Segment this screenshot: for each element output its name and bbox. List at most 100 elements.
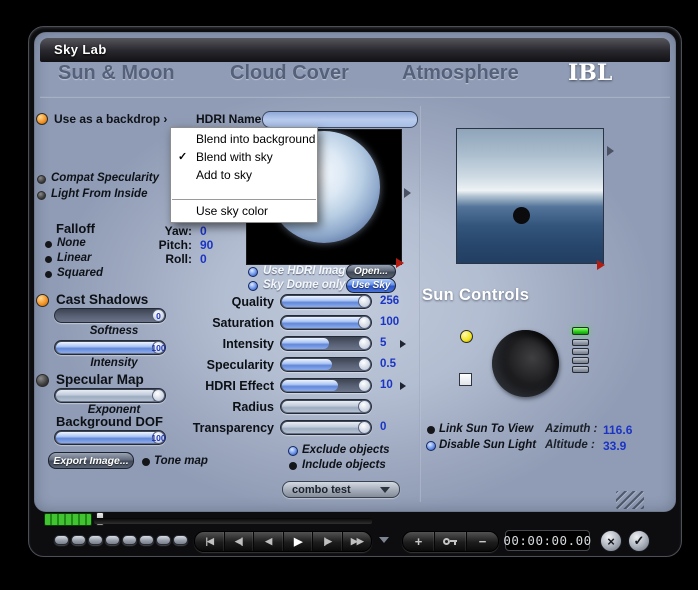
specularity-value: 0.5 <box>380 358 396 370</box>
sun-trackball[interactable] <box>492 330 559 397</box>
slider-fill <box>282 296 368 307</box>
prev-frame-button[interactable]: ◀| <box>225 532 254 551</box>
next-frame-button[interactable]: |▶ <box>313 532 343 551</box>
first-frame-button[interactable]: |◀ <box>195 532 225 551</box>
combo-test-value: combo test <box>292 483 351 496</box>
exclude-objects-label[interactable]: Exclude objects <box>302 444 390 456</box>
transparency-slider[interactable] <box>280 420 372 435</box>
compat-specularity-led[interactable] <box>37 175 46 184</box>
falloff-linear-radio[interactable] <box>45 256 52 263</box>
tab-ibl[interactable]: IBL <box>568 60 612 86</box>
export-image-button[interactable]: Export Image... <box>48 452 134 469</box>
moon-toggle-square[interactable] <box>459 373 472 386</box>
link-sun-to-view-label[interactable]: Link Sun To View <box>439 423 533 435</box>
roll-value[interactable]: 0 <box>200 252 230 266</box>
menu-item-add-to-sky[interactable]: Add to sky <box>171 166 317 184</box>
confirm-button[interactable]: ✓ <box>628 530 650 552</box>
tab-atmosphere[interactable]: Atmosphere <box>402 62 519 85</box>
menu-item-label: Blend with sky <box>196 150 273 164</box>
sky-preview[interactable] <box>456 128 604 264</box>
specularity-slider[interactable] <box>280 357 372 372</box>
menu-item-blend-with-sky[interactable]: ✓ Blend with sky <box>171 148 317 166</box>
use-backdrop-led[interactable] <box>36 113 48 125</box>
exclude-objects-radio[interactable] <box>288 446 298 456</box>
timeline-zoom-bar[interactable] <box>44 513 92 526</box>
cancel-button[interactable]: × <box>600 530 622 552</box>
intensity-stepper-icon[interactable] <box>400 340 406 348</box>
link-sun-to-view-radio[interactable] <box>427 426 435 434</box>
disable-sun-light-radio[interactable] <box>426 441 436 451</box>
open-button[interactable]: Open... <box>346 264 396 279</box>
play-button[interactable]: ▶ <box>284 532 313 551</box>
tone-map-label[interactable]: Tone map <box>154 455 208 467</box>
intensity-value: 5 <box>380 337 387 349</box>
falloff-squared-label[interactable]: Squared <box>57 267 103 279</box>
pitch-value[interactable]: 90 <box>200 238 230 252</box>
yaw-value[interactable]: 0 <box>200 224 230 238</box>
cast-shadows-led[interactable] <box>36 294 49 307</box>
compat-specularity-label[interactable]: Compat Specularity <box>51 172 159 184</box>
sky-dome-only-label[interactable]: Sky Dome only <box>263 279 345 291</box>
menu-item-use-sky-color[interactable]: Use sky color <box>171 202 317 220</box>
titlebar[interactable]: Sky Lab <box>40 38 670 62</box>
add-keyframe-button[interactable]: + <box>403 532 435 551</box>
falloff-none-label[interactable]: None <box>57 237 86 249</box>
falloff-squared-radio[interactable] <box>45 271 52 278</box>
background-dof-slider[interactable]: 100 <box>54 430 166 445</box>
play-backward-button[interactable]: ◀ <box>254 532 284 551</box>
memory-dot-button[interactable] <box>54 535 69 545</box>
combo-test-dropdown[interactable]: combo test <box>282 481 400 498</box>
falloff-linear-label[interactable]: Linear <box>57 252 92 264</box>
shadow-intensity-slider[interactable]: 100 <box>54 340 166 355</box>
intensity-slider[interactable] <box>280 336 372 351</box>
hdri-preview-red-arrow-icon[interactable] <box>396 258 404 268</box>
hdri-effect-slider[interactable] <box>280 378 372 393</box>
light-from-inside-led[interactable] <box>37 191 46 200</box>
resize-grip[interactable] <box>616 491 644 509</box>
hdri-name-input[interactable] <box>262 110 418 128</box>
sun-led[interactable] <box>460 330 473 343</box>
altitude-value[interactable]: 33.9 <box>603 439 626 453</box>
memory-dot-button[interactable] <box>156 535 171 545</box>
menu-item-blend-into-background[interactable]: Blend into background <box>171 130 317 148</box>
hdri-effect-stepper-icon[interactable] <box>400 382 406 390</box>
memory-dot-button[interactable] <box>139 535 154 545</box>
use-hdri-image-label[interactable]: Use HDRI Image <box>263 265 352 277</box>
timeline-track[interactable] <box>94 518 372 524</box>
sun-position-dot[interactable] <box>513 207 530 224</box>
azimuth-value[interactable]: 116.6 <box>603 423 632 437</box>
softness-slider[interactable]: 0 <box>54 308 166 323</box>
memory-dot-button[interactable] <box>71 535 86 545</box>
menu-item-label: Blend into background <box>196 132 316 146</box>
memory-dot-button[interactable] <box>173 535 188 545</box>
memory-dot-button[interactable] <box>88 535 103 545</box>
memory-dot-button[interactable] <box>122 535 137 545</box>
keyframe-button[interactable] <box>435 532 467 551</box>
quality-slider[interactable] <box>280 294 372 309</box>
falloff-none-radio[interactable] <box>45 241 52 248</box>
tab-cloud-cover[interactable]: Cloud Cover <box>230 62 349 85</box>
saturation-slider[interactable] <box>280 315 372 330</box>
sky-dome-only-radio[interactable] <box>248 281 258 291</box>
disable-sun-light-label[interactable]: Disable Sun Light <box>439 439 536 451</box>
sky-preview-red-arrow-icon[interactable] <box>597 260 605 270</box>
exponent-slider[interactable] <box>54 388 166 403</box>
transport-dropdown-icon[interactable] <box>379 537 389 543</box>
use-sky-button[interactable]: Use Sky <box>346 278 396 293</box>
memory-dot-button[interactable] <box>105 535 120 545</box>
light-from-inside-label[interactable]: Light From Inside <box>51 188 147 200</box>
play-icon: ▶ <box>294 536 303 548</box>
tone-map-toggle[interactable] <box>142 458 150 466</box>
last-frame-button[interactable]: ▶▶ <box>343 532 372 551</box>
sky-preview-arrow-icon[interactable] <box>607 146 614 156</box>
include-objects-label[interactable]: Include objects <box>302 459 386 471</box>
remove-keyframe-button[interactable]: − <box>467 532 498 551</box>
hdri-preview-arrow-icon[interactable] <box>404 188 411 198</box>
menu-spacer <box>171 184 317 199</box>
use-backdrop-label[interactable]: Use as a backdrop › <box>54 112 167 126</box>
radius-slider[interactable] <box>280 399 372 414</box>
include-objects-radio[interactable] <box>289 462 297 470</box>
use-hdri-image-radio[interactable] <box>248 267 258 277</box>
tab-sun-moon[interactable]: Sun & Moon <box>58 62 175 85</box>
specular-map-led[interactable] <box>36 374 49 387</box>
